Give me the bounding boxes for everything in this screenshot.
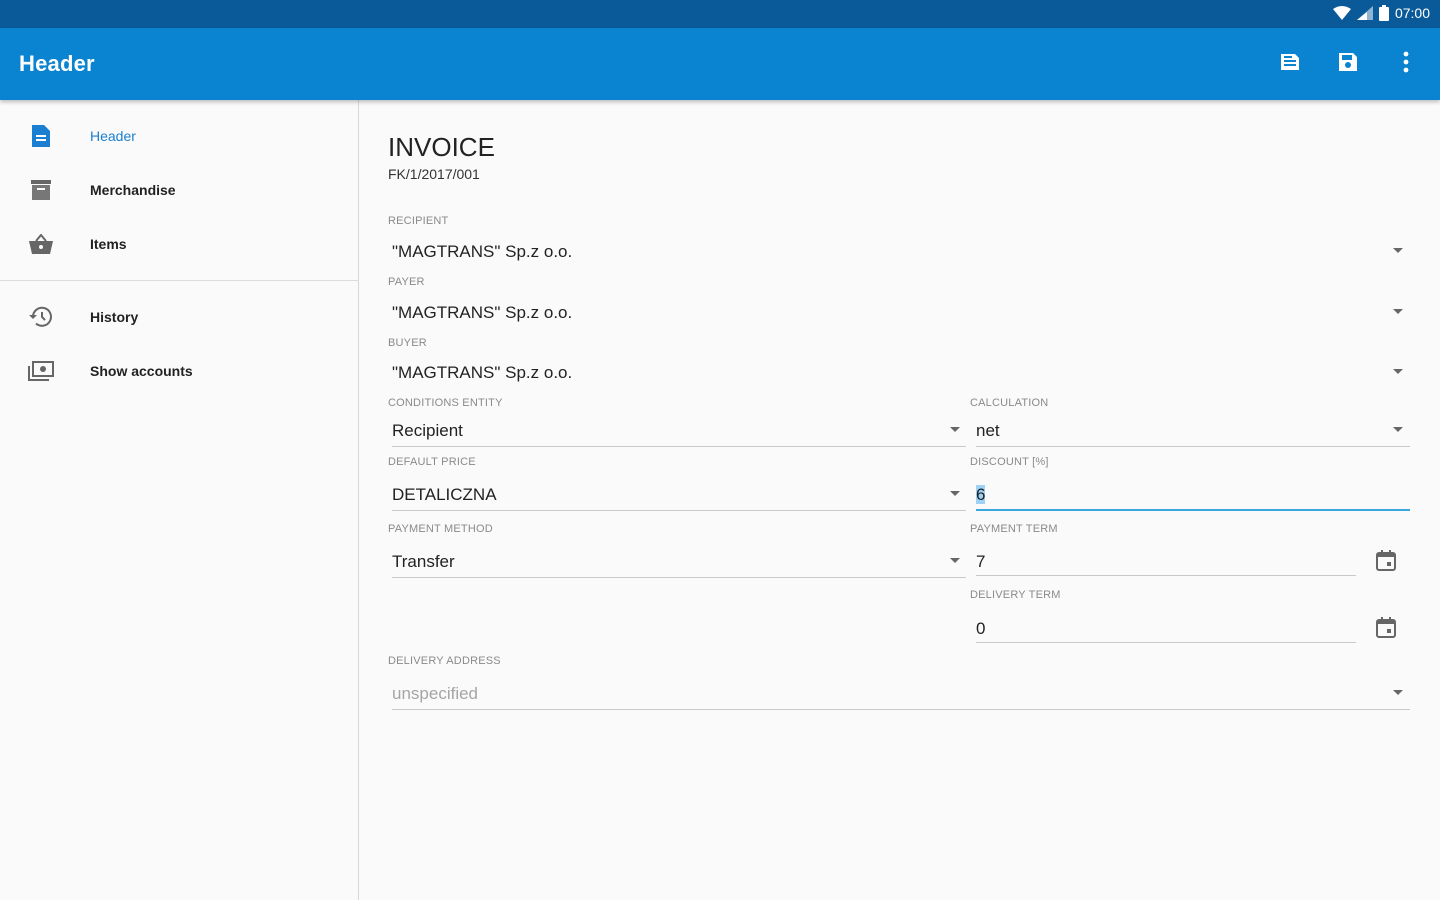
dropdown-arrow-icon xyxy=(1393,427,1403,432)
delivery-term-value: 0 xyxy=(976,619,986,638)
field-underline-focused xyxy=(976,509,1410,511)
status-bar: 07:00 xyxy=(0,0,1440,28)
save-button[interactable] xyxy=(1334,50,1362,78)
sidebar-divider xyxy=(0,280,358,281)
field-underline xyxy=(392,577,966,578)
delivery-term-input[interactable]: 0 xyxy=(972,609,1356,645)
sidebar-item-history[interactable]: History xyxy=(0,292,358,342)
payment-method-label: PAYMENT METHOD xyxy=(388,523,493,535)
dropdown-arrow-icon xyxy=(1393,248,1403,253)
save-icon xyxy=(1336,50,1360,79)
discount-value-wrapper: 6 xyxy=(976,485,986,505)
calculation-label: CALCULATION xyxy=(970,397,1049,409)
document-save-icon xyxy=(1278,50,1302,79)
payment-term-label: PAYMENT TERM xyxy=(970,523,1058,535)
sidebar-item-label: Header xyxy=(90,128,136,144)
dropdown-arrow-icon xyxy=(950,558,960,563)
sidebar-item-show-accounts[interactable]: Show accounts xyxy=(0,346,358,396)
discount-label: DISCOUNT [%] xyxy=(970,456,1049,468)
buyer-value: "MAGTRANS" Sp.z o.o. xyxy=(392,363,573,382)
more-vert-icon xyxy=(1403,51,1409,78)
app-bar-actions xyxy=(1276,50,1420,78)
app-bar-title: Header xyxy=(19,51,95,76)
field-underline xyxy=(976,446,1410,447)
default-price-value: DETALICZNA xyxy=(392,485,497,504)
field-underline xyxy=(976,575,1356,576)
dropdown-arrow-icon xyxy=(950,491,960,496)
battery-icon xyxy=(1378,5,1389,21)
signal-icon xyxy=(1356,6,1373,20)
sidebar-item-label: Items xyxy=(90,236,127,252)
document-icon xyxy=(28,123,54,149)
history-icon xyxy=(28,304,54,330)
accounts-icon xyxy=(28,358,54,384)
calculation-dropdown[interactable]: net xyxy=(972,414,1410,448)
recipient-dropdown[interactable]: "MAGTRANS" Sp.z o.o. xyxy=(388,234,1410,270)
recipient-value: "MAGTRANS" Sp.z o.o. xyxy=(392,242,573,261)
wifi-icon xyxy=(1332,6,1351,20)
sidebar-item-label: Show accounts xyxy=(90,363,193,379)
payer-value: "MAGTRANS" Sp.z o.o. xyxy=(392,303,573,322)
conditions-entity-label: CONDITIONS ENTITY xyxy=(388,397,503,409)
conditions-entity-value: Recipient xyxy=(392,421,463,440)
payment-method-dropdown[interactable]: Transfer xyxy=(388,543,966,579)
delivery-address-value: unspecified xyxy=(392,684,479,703)
discount-value: 6 xyxy=(976,485,986,504)
sidebar-item-header[interactable]: Header xyxy=(0,111,358,161)
calendar-icon[interactable] xyxy=(1374,549,1398,573)
calendar-icon[interactable] xyxy=(1374,616,1398,640)
field-underline xyxy=(392,446,966,447)
buyer-label: BUYER xyxy=(388,337,427,349)
dropdown-arrow-icon xyxy=(1393,369,1403,374)
default-price-dropdown[interactable]: DETALICZNA xyxy=(388,476,966,512)
app-bar: Header xyxy=(0,28,1440,100)
document-save-button[interactable] xyxy=(1276,50,1304,78)
field-underline xyxy=(976,642,1356,643)
document-number: FK/1/2017/001 xyxy=(388,166,480,182)
discount-input[interactable]: 6 xyxy=(972,476,1410,512)
merchandise-icon xyxy=(28,177,54,203)
dropdown-arrow-icon xyxy=(1393,690,1403,695)
default-price-label: DEFAULT PRICE xyxy=(388,456,476,468)
sidebar-item-merchandise[interactable]: Merchandise xyxy=(0,165,358,215)
basket-icon xyxy=(28,231,54,257)
sidebar-item-label: Merchandise xyxy=(90,182,176,198)
navigation-drawer: Header Merchandise Items History Show ac… xyxy=(0,100,359,900)
payer-dropdown[interactable]: "MAGTRANS" Sp.z o.o. xyxy=(388,295,1410,331)
delivery-address-dropdown[interactable]: unspecified xyxy=(388,675,1410,711)
invoice-header-form: INVOICE FK/1/2017/001 RECIPIENT "MAGTRAN… xyxy=(360,100,1440,900)
sidebar-item-label: History xyxy=(90,309,139,325)
field-underline xyxy=(392,510,966,511)
sidebar-item-items[interactable]: Items xyxy=(0,219,358,269)
document-title: INVOICE xyxy=(388,132,495,162)
buyer-dropdown[interactable]: "MAGTRANS" Sp.z o.o. xyxy=(388,356,1410,392)
field-underline xyxy=(392,709,1410,710)
conditions-entity-dropdown[interactable]: Recipient xyxy=(388,414,966,448)
payer-label: PAYER xyxy=(388,276,425,288)
dropdown-arrow-icon xyxy=(950,427,960,432)
recipient-label: RECIPIENT xyxy=(388,215,449,227)
payment-term-value: 7 xyxy=(976,552,986,571)
dropdown-arrow-icon xyxy=(1393,309,1403,314)
payment-method-value: Transfer xyxy=(392,552,455,571)
more-options-button[interactable] xyxy=(1392,50,1420,78)
delivery-address-label: DELIVERY ADDRESS xyxy=(388,655,501,667)
delivery-term-label: DELIVERY TERM xyxy=(970,589,1061,601)
calculation-value: net xyxy=(976,421,1000,440)
payment-term-input[interactable]: 7 xyxy=(972,543,1356,579)
status-time: 07:00 xyxy=(1394,5,1430,21)
